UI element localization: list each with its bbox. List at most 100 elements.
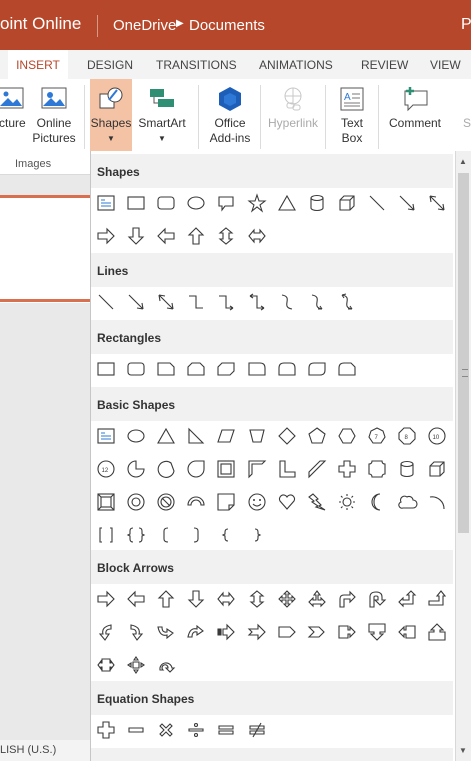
- rectangle-icon[interactable]: [91, 354, 121, 384]
- star-icon[interactable]: [242, 188, 272, 218]
- left-up-arrow-icon[interactable]: [392, 584, 422, 614]
- gallery-scrollbar[interactable]: ▲ ▼: [455, 151, 471, 761]
- right-arrow-icon[interactable]: [91, 584, 121, 614]
- diagonal-stripe-icon[interactable]: [302, 454, 332, 484]
- l-shape-icon[interactable]: [272, 454, 302, 484]
- quad-arrow-callout-icon[interactable]: [121, 650, 151, 680]
- rectangle-icon[interactable]: [121, 188, 151, 218]
- left-arrow-icon[interactable]: [121, 584, 151, 614]
- right-arrow-icon[interactable]: [91, 221, 121, 251]
- quad-arrow-icon[interactable]: [272, 584, 302, 614]
- oval-icon[interactable]: [121, 421, 151, 451]
- heptagon-icon[interactable]: 7: [362, 421, 392, 451]
- arrow-line-icon[interactable]: [392, 188, 422, 218]
- line-icon[interactable]: [362, 188, 392, 218]
- breadcrumb-onedrive[interactable]: OneDrive: [113, 17, 176, 34]
- circular-arrow-icon[interactable]: [151, 650, 181, 680]
- left-right-arrow-callout-icon[interactable]: [91, 650, 121, 680]
- octagon-icon[interactable]: 8: [392, 421, 422, 451]
- striped-right-arrow-icon[interactable]: [211, 617, 241, 647]
- plus-icon[interactable]: [332, 454, 362, 484]
- snip-same-side-icon[interactable]: [181, 354, 211, 384]
- tab-insert[interactable]: INSERT: [8, 50, 68, 79]
- pentagon-arrow-icon[interactable]: [272, 617, 302, 647]
- line-icon[interactable]: [91, 287, 121, 317]
- plaque-icon[interactable]: [362, 454, 392, 484]
- curved-down-arrow-icon[interactable]: [181, 617, 211, 647]
- tab-design[interactable]: DESIGN: [87, 58, 133, 72]
- down-arrow-icon[interactable]: [121, 221, 151, 251]
- right-triangle-icon[interactable]: [181, 421, 211, 451]
- tab-transitions[interactable]: TRANSITIONS: [156, 58, 237, 72]
- folded-corner-icon[interactable]: [211, 487, 241, 517]
- cube-icon[interactable]: [332, 188, 362, 218]
- cube-icon[interactable]: [422, 454, 452, 484]
- left-right-up-arrow-icon[interactable]: [302, 584, 332, 614]
- trapezoid-icon[interactable]: [242, 421, 272, 451]
- left-arrow-icon[interactable]: [151, 221, 181, 251]
- scroll-down-icon[interactable]: ▼: [459, 746, 467, 755]
- parallelogram-icon[interactable]: [211, 421, 241, 451]
- elbow-connector-icon[interactable]: [181, 287, 211, 317]
- office-addins-button[interactable]: Office Add-ins: [204, 79, 256, 146]
- double-brace-icon[interactable]: [121, 520, 151, 550]
- smiley-icon[interactable]: [242, 487, 272, 517]
- up-down-arrow-icon[interactable]: [211, 221, 241, 251]
- chord-icon[interactable]: [151, 454, 181, 484]
- diamond-icon[interactable]: [272, 421, 302, 451]
- double-arrow-line-icon[interactable]: [422, 188, 452, 218]
- left-brace-icon[interactable]: [211, 520, 241, 550]
- comment-button[interactable]: Comment: [383, 79, 447, 131]
- elbow-arrow-icon[interactable]: [211, 287, 241, 317]
- hexagon-icon[interactable]: [332, 421, 362, 451]
- left-right-arrow-icon[interactable]: [211, 584, 241, 614]
- donut-icon[interactable]: [121, 487, 151, 517]
- u-turn-arrow-icon[interactable]: [362, 584, 392, 614]
- curved-double-arrow-icon[interactable]: [332, 287, 362, 317]
- elbow-double-arrow-icon[interactable]: [242, 287, 272, 317]
- rounded-rectangle-icon[interactable]: [121, 354, 151, 384]
- tab-animations[interactable]: ANIMATIONS: [259, 58, 333, 72]
- equal-icon[interactable]: [211, 715, 241, 745]
- dodecagon-icon[interactable]: 12: [91, 454, 121, 484]
- hyperlink-button[interactable]: Hyperlink: [262, 79, 324, 131]
- curved-right-arrow-icon[interactable]: [91, 617, 121, 647]
- triangle-icon[interactable]: [272, 188, 302, 218]
- round-same-side-icon[interactable]: [272, 354, 302, 384]
- not-equal-icon[interactable]: [242, 715, 272, 745]
- scrollbar-thumb[interactable]: [458, 173, 469, 533]
- up-arrow-icon[interactable]: [151, 584, 181, 614]
- right-bracket-icon[interactable]: [181, 520, 211, 550]
- sun-icon[interactable]: [332, 487, 362, 517]
- triangle-icon[interactable]: [151, 421, 181, 451]
- double-bracket-icon[interactable]: [91, 520, 121, 550]
- bent-arrow-icon[interactable]: [332, 584, 362, 614]
- chevron-icon[interactable]: [302, 617, 332, 647]
- cloud-icon[interactable]: [392, 487, 422, 517]
- half-frame-icon[interactable]: [242, 454, 272, 484]
- bevel-icon[interactable]: [91, 487, 121, 517]
- teardrop-icon[interactable]: [181, 454, 211, 484]
- up-arrow-callout-icon[interactable]: [422, 617, 452, 647]
- round-single-corner-icon[interactable]: [242, 354, 272, 384]
- plus-icon[interactable]: [91, 715, 121, 745]
- tab-view[interactable]: VIEW: [430, 58, 461, 72]
- language-status[interactable]: LISH (U.S.): [0, 744, 56, 756]
- text-box-icon[interactable]: [91, 421, 121, 451]
- moon-icon[interactable]: [362, 487, 392, 517]
- snip-and-round-icon[interactable]: [332, 354, 362, 384]
- curved-up-arrow-icon[interactable]: [151, 617, 181, 647]
- block-arc-icon[interactable]: [181, 487, 211, 517]
- breadcrumb-documents[interactable]: Documents: [189, 17, 265, 34]
- decagon-icon[interactable]: 10: [422, 421, 452, 451]
- snip-single-corner-icon[interactable]: [151, 354, 181, 384]
- pie-icon[interactable]: [121, 454, 151, 484]
- left-arrow-callout-icon[interactable]: [392, 617, 422, 647]
- snip-diagonal-icon[interactable]: [211, 354, 241, 384]
- picture-button[interactable]: icture: [0, 79, 30, 131]
- double-arrow-line-icon[interactable]: [151, 287, 181, 317]
- round-diagonal-icon[interactable]: [302, 354, 332, 384]
- arc-icon[interactable]: [422, 487, 452, 517]
- multiply-icon[interactable]: [151, 715, 181, 745]
- text-box-icon[interactable]: [91, 188, 121, 218]
